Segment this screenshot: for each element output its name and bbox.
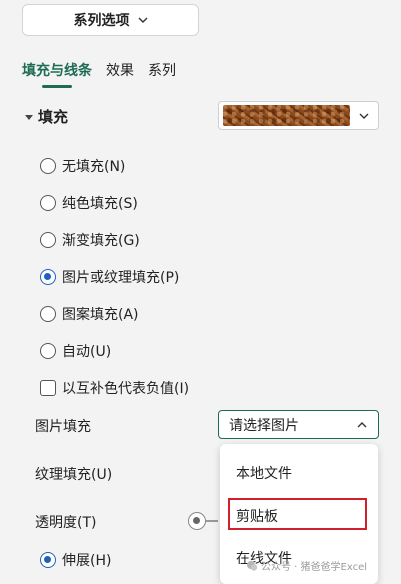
transparency-slider-knob[interactable] — [188, 512, 206, 530]
picture-fill-label: 图片填充 — [35, 419, 91, 435]
radio-button[interactable] — [40, 158, 56, 174]
radio-label: 伸展(H) — [62, 553, 112, 569]
chevron-down-icon — [138, 17, 147, 23]
invert-negative-checkbox[interactable]: 以互补色代表负值(I) — [40, 378, 189, 398]
menu-item-local-file[interactable]: 本地文件 — [236, 463, 292, 483]
radio-pattern-fill[interactable]: 图案填充(A) — [40, 304, 139, 324]
tab-fill-line[interactable]: 填充与线条 — [22, 60, 92, 88]
transparency-slider-track[interactable] — [206, 520, 218, 522]
tab-series[interactable]: 系列 — [148, 60, 176, 80]
radio-label: 自动(U) — [62, 344, 112, 360]
radio-label: 图案填充(A) — [62, 307, 139, 323]
radio-button[interactable] — [40, 306, 56, 322]
texture-preview — [223, 105, 350, 126]
choose-picture-dropdown[interactable]: 请选择图片 — [218, 410, 379, 439]
radio-solid-fill[interactable]: 纯色填充(S) — [40, 193, 138, 213]
tab-effects[interactable]: 效果 — [106, 60, 134, 80]
radio-label: 渐变填充(G) — [62, 233, 140, 249]
radio-label: 图片或纹理填充(P) — [62, 270, 180, 286]
chevron-down-icon — [359, 113, 369, 119]
radio-button[interactable] — [40, 343, 56, 359]
tab-bar: 填充与线条 效果 系列 — [22, 60, 176, 88]
collapse-triangle-icon — [25, 114, 33, 120]
wechat-icon — [247, 560, 258, 571]
radio-stretch[interactable]: 伸展(H) — [40, 550, 111, 570]
series-options-label: 系列选项 — [73, 13, 130, 29]
annotation-highlight-box — [228, 498, 367, 530]
radio-auto[interactable]: 自动(U) — [40, 341, 111, 361]
fill-section-header[interactable]: 填充 — [24, 106, 68, 127]
watermark-text: 公众号 · 猪爸爸学Excel — [261, 562, 368, 573]
radio-button[interactable] — [40, 232, 56, 248]
radio-button-selected[interactable] — [40, 269, 56, 285]
fill-section-title: 填充 — [38, 108, 69, 126]
radio-gradient-fill[interactable]: 渐变填充(G) — [40, 230, 140, 250]
radio-button[interactable] — [40, 195, 56, 211]
radio-label: 纯色填充(S) — [62, 196, 138, 212]
chevron-up-icon — [357, 422, 367, 428]
radio-picture-fill[interactable]: 图片或纹理填充(P) — [40, 267, 179, 287]
choose-picture-value: 请选择图片 — [229, 417, 299, 434]
texture-picker[interactable] — [218, 101, 379, 130]
checkbox-label: 以互补色代表负值(I) — [62, 381, 190, 397]
format-pane: 系列选项 填充与线条 效果 系列 填充 无填充(N) 纯色填充(S) 渐变填充(… — [0, 0, 401, 584]
transparency-label: 透明度(T) — [35, 515, 97, 531]
radio-no-fill[interactable]: 无填充(N) — [40, 156, 125, 176]
series-options-dropdown[interactable]: 系列选项 — [22, 4, 199, 36]
checkbox[interactable] — [40, 380, 56, 396]
radio-button-selected[interactable] — [40, 552, 56, 568]
texture-fill-label: 纹理填充(U) — [35, 467, 113, 483]
radio-label: 无填充(N) — [62, 159, 126, 175]
watermark: 公众号 · 猪爸爸学Excel — [246, 558, 367, 573]
